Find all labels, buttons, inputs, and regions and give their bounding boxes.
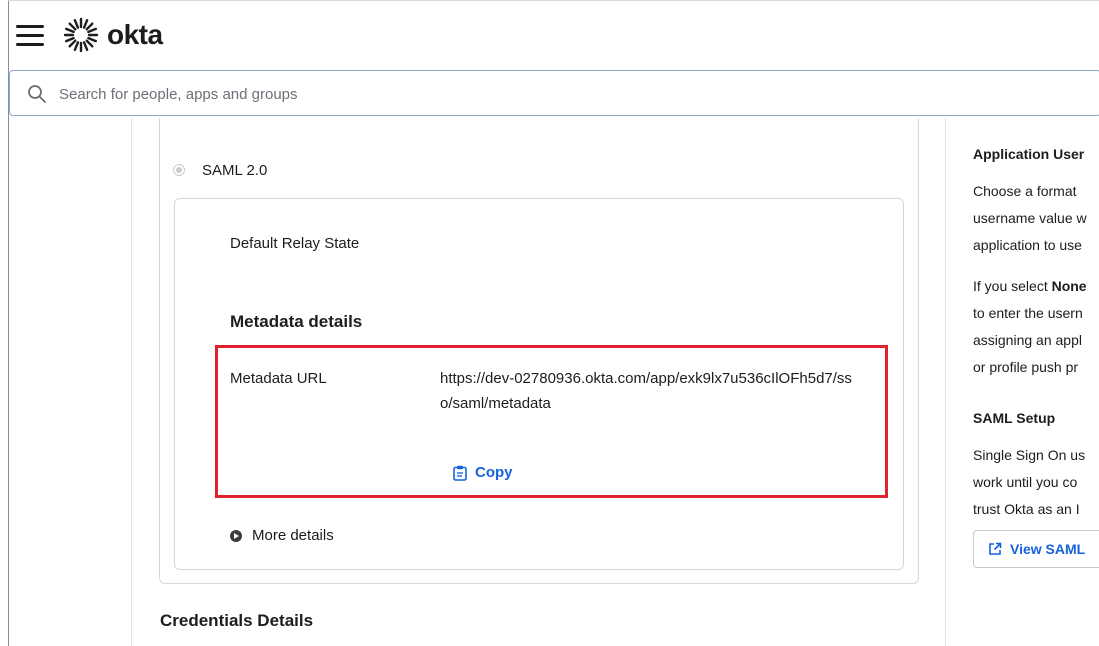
sidebar-text-line: assigning an appl bbox=[973, 332, 1082, 348]
more-details-label: More details bbox=[252, 527, 334, 544]
sidebar-text-line: username value w bbox=[973, 210, 1087, 226]
brand-name: okta bbox=[107, 19, 163, 50]
clipboard-icon bbox=[453, 465, 467, 481]
saml-radio-button[interactable] bbox=[173, 164, 185, 176]
sidebar-text-line: to enter the usern bbox=[973, 305, 1083, 321]
metadata-url-label: Metadata URL bbox=[230, 370, 327, 387]
view-saml-button[interactable]: View SAML bbox=[973, 530, 1099, 568]
more-details-toggle[interactable]: More details bbox=[230, 527, 334, 544]
credentials-details-heading: Credentials Details bbox=[160, 611, 314, 630]
copy-button[interactable]: Copy bbox=[453, 464, 513, 481]
relay-state-label: Default Relay State bbox=[230, 235, 360, 252]
okta-logo[interactable]: okta bbox=[63, 17, 163, 53]
search-input[interactable] bbox=[57, 79, 961, 109]
sidebar-heading-saml: SAML Setup bbox=[973, 410, 1056, 426]
metadata-details-heading: Metadata details bbox=[230, 312, 363, 331]
sidebar-text-line: Single Sign On us bbox=[973, 447, 1086, 463]
chevron-right-circle-icon bbox=[230, 529, 242, 542]
sidebar-text-line: If you select None bbox=[973, 278, 1087, 294]
external-link-icon bbox=[989, 542, 1002, 555]
view-saml-label: View SAML bbox=[1010, 541, 1086, 557]
sidebar-heading-user: Application User bbox=[973, 146, 1085, 162]
saml-radio-label: SAML 2.0 bbox=[202, 162, 268, 179]
sidebar-text-line: or profile push pr bbox=[973, 359, 1079, 375]
help-sidebar: Application User Choose a format usernam… bbox=[973, 0, 1099, 646]
metadata-url-value: https://dev-02780936.okta.com/app/exk9lx… bbox=[440, 370, 852, 412]
sidebar-divider bbox=[945, 118, 946, 646]
sidebar-text-line: trust Okta as an I bbox=[973, 501, 1080, 517]
hamburger-menu-icon[interactable] bbox=[16, 25, 44, 47]
copy-label: Copy bbox=[475, 464, 513, 481]
search-icon bbox=[28, 85, 46, 103]
search-bar[interactable] bbox=[9, 70, 1099, 116]
sidebar-text-line: work until you co bbox=[973, 474, 1078, 490]
content-divider bbox=[131, 118, 132, 646]
top-bar: okta bbox=[0, 0, 1099, 70]
okta-sunburst-icon bbox=[63, 17, 99, 53]
sidebar-bold-none: None bbox=[1051, 278, 1087, 294]
sidebar-text-line: Choose a format bbox=[973, 183, 1077, 199]
sidebar-text-line: application to use bbox=[973, 237, 1082, 253]
